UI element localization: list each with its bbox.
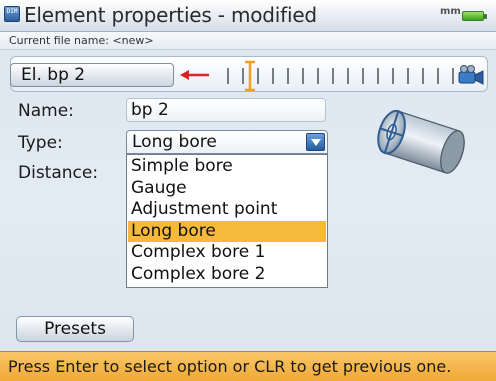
presets-button[interactable]: Presets: [16, 316, 134, 342]
cursor-marker: [245, 60, 255, 92]
chevron-down-icon: [311, 139, 321, 146]
type-option[interactable]: Adjustment point: [128, 199, 326, 220]
name-label: Name:: [18, 101, 74, 121]
type-option[interactable]: Long bore: [128, 220, 326, 242]
window-title: Element properties - modified: [24, 3, 317, 27]
current-file-name: Current file name: <new>: [0, 32, 496, 50]
title-bar: DIM Element properties - modified mm: [0, 0, 496, 32]
type-option[interactable]: Complex bore 1: [128, 242, 326, 263]
units-badge: mm: [440, 6, 461, 17]
long-bore-image: [377, 109, 465, 174]
status-bar: Press Enter to select option or CLR to g…: [0, 351, 496, 381]
battery-full-icon: [462, 11, 487, 21]
status-message: Press Enter to select option or CLR to g…: [8, 357, 452, 376]
type-label: Type:: [18, 133, 63, 153]
app-icon: DIM: [4, 6, 20, 22]
element-label[interactable]: El. bp 2: [10, 63, 174, 87]
camera-icon[interactable]: [458, 64, 484, 86]
type-select-value: Long bore: [132, 132, 217, 152]
type-options-list: Simple bore Gauge Adjustment point Long bor…: [126, 154, 328, 288]
type-option[interactable]: Complex bore 2: [128, 264, 326, 285]
dropdown-button[interactable]: [306, 133, 325, 151]
distance-label: Distance:: [18, 163, 99, 183]
type-option[interactable]: Gauge: [128, 178, 326, 199]
type-option[interactable]: Simple bore: [128, 156, 326, 177]
device-screen: DIM Element properties - modified mm Cur…: [0, 0, 496, 381]
type-select[interactable]: Long bore: [126, 130, 328, 154]
name-field[interactable]: bp 2: [126, 98, 326, 122]
left-arrow-icon: [180, 70, 209, 80]
